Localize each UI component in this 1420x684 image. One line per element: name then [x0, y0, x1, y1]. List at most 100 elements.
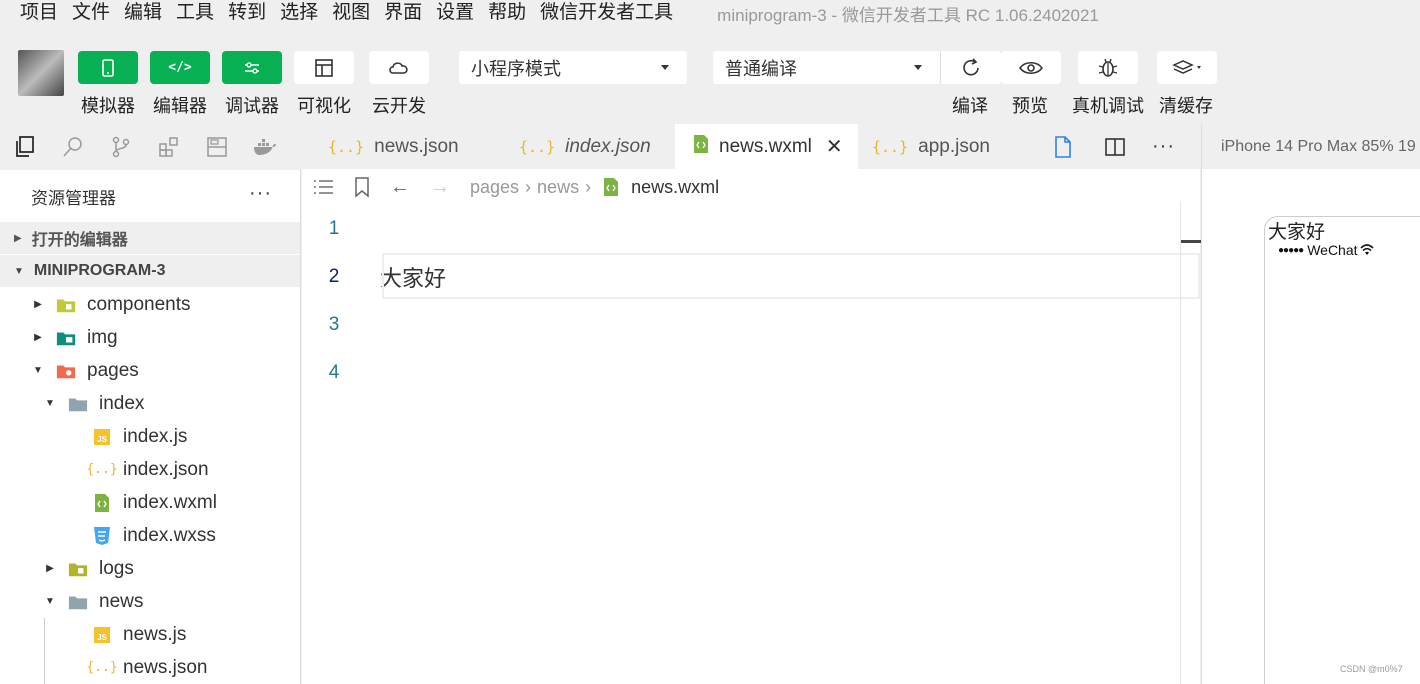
tree-item-index-folder[interactable]: ▼ index: [0, 387, 300, 420]
tree-item-logs[interactable]: ▶ logs: [0, 552, 300, 585]
code-line[interactable]: 1: [302, 205, 1200, 253]
menu-help[interactable]: 帮助: [488, 2, 526, 24]
simulator-button[interactable]: [78, 51, 138, 84]
mode-select-value: 小程序模式: [471, 58, 561, 79]
device-select[interactable]: iPhone 14 Pro Max 85% 19: [1202, 124, 1420, 169]
preview-label: 预览: [1012, 96, 1048, 116]
phone-page-text: 大家好: [1268, 222, 1326, 243]
open-editors-section[interactable]: ▶ 打开的编辑器: [0, 222, 300, 255]
cloud-button[interactable]: [369, 51, 429, 84]
menu-settings[interactable]: 设置: [436, 2, 474, 24]
remote-debug-button[interactable]: [1078, 51, 1138, 84]
tab-news-json[interactable]: {..} news.json: [302, 124, 493, 169]
tab-actions: ···: [1040, 124, 1200, 169]
code-editor[interactable]: ← → pages › news › news.wxml 1 2 大家好 3 4: [302, 169, 1201, 684]
phone-status-bar: ●●●●● WeChat: [1278, 242, 1374, 258]
back-arrow-icon[interactable]: ←: [390, 176, 410, 199]
explorer-panel: 资源管理器 ··· ▶ 打开的编辑器 ▼ MINIPROGRAM-3 ▶ com…: [0, 170, 301, 684]
chevron-right-icon: ›: [585, 176, 592, 197]
more-icon[interactable]: ···: [249, 182, 272, 205]
svg-text:JS: JS: [97, 633, 107, 642]
compile-button[interactable]: [941, 51, 1001, 84]
css-file-icon: [92, 526, 112, 545]
editor-scrollbar[interactable]: [1180, 202, 1201, 684]
wxml-file-icon: [603, 177, 619, 197]
project-section[interactable]: ▼ MINIPROGRAM-3: [0, 255, 300, 288]
split-editor-icon[interactable]: [1104, 137, 1126, 157]
search-icon[interactable]: [60, 134, 86, 160]
tree-item-img[interactable]: ▶ img: [0, 321, 300, 354]
tree-item-news-folder[interactable]: ▼ news: [0, 585, 300, 618]
menu-interface[interactable]: 界面: [384, 2, 422, 24]
menu-select[interactable]: 选择: [280, 2, 318, 24]
bug-icon: [1098, 58, 1118, 77]
more-actions-icon[interactable]: ···: [1152, 135, 1175, 158]
debugger-button[interactable]: [222, 51, 282, 84]
tree-item-label: index.json: [123, 458, 209, 480]
current-line-highlight: [382, 253, 1200, 299]
menu-project[interactable]: 项目: [20, 2, 58, 24]
js-file-icon: JS: [92, 626, 112, 644]
tree-item-label: news: [99, 590, 144, 612]
tree-item-index-wxml[interactable]: index.wxml: [0, 486, 300, 519]
list-icon[interactable]: [312, 178, 334, 196]
chevron-right-icon: ▶: [46, 563, 54, 574]
explorer-header: 资源管理器 ···: [0, 170, 300, 222]
editor-button[interactable]: </>: [150, 51, 210, 84]
folder-components-icon: [56, 296, 76, 314]
chevron-right-icon: ▶: [34, 299, 42, 310]
tree-item-pages[interactable]: ▼ pages: [0, 354, 300, 387]
file-preview-icon[interactable]: [1054, 135, 1072, 158]
tree-item-label: index.wxss: [123, 524, 216, 546]
explorer-title: 资源管理器: [31, 188, 116, 208]
menu-file[interactable]: 文件: [72, 2, 110, 24]
menu-goto[interactable]: 转到: [228, 2, 266, 24]
mode-select[interactable]: 小程序模式: [459, 51, 687, 84]
breadcrumb-news[interactable]: news: [537, 177, 579, 198]
breadcrumb-pages[interactable]: pages: [470, 177, 519, 198]
tree-item-news-js[interactable]: JS news.js: [44, 618, 300, 651]
simulator-label: 模拟器: [81, 96, 135, 116]
json-file-icon: {..}: [328, 137, 365, 156]
tree-item-label: pages: [87, 359, 139, 381]
bookmark-icon[interactable]: [354, 176, 370, 198]
tab-app-json[interactable]: {..} app.json: [858, 124, 1038, 169]
breadcrumb-file[interactable]: news.wxml: [631, 177, 719, 198]
line-number: 4: [328, 362, 340, 383]
code-line[interactable]: 3: [302, 301, 1200, 349]
source-control-icon[interactable]: [108, 134, 134, 160]
tree-item-index-json[interactable]: {..} index.json: [0, 453, 300, 486]
extensions-icon[interactable]: [156, 134, 182, 160]
tree-item-label: index: [99, 392, 145, 414]
docker-icon[interactable]: [252, 134, 278, 160]
tab-index-json[interactable]: {..} index.json: [493, 124, 675, 169]
remote-debug-label: 真机调试: [1072, 96, 1144, 116]
forward-arrow-icon[interactable]: →: [430, 176, 450, 199]
tab-news-wxml[interactable]: news.wxml ✕: [675, 124, 858, 169]
eye-icon: [1019, 61, 1043, 74]
files-icon[interactable]: [12, 134, 38, 160]
menu-edit[interactable]: 编辑: [124, 2, 162, 24]
clear-cache-button[interactable]: [1157, 51, 1217, 84]
wifi-icon: [1359, 244, 1374, 256]
menu-tools[interactable]: 工具: [176, 2, 214, 24]
preview-button[interactable]: [1001, 51, 1061, 84]
storage-icon[interactable]: [204, 134, 230, 160]
folder-open-icon: [68, 395, 88, 413]
compile-select[interactable]: 普通编译: [713, 51, 941, 84]
tree-item-components[interactable]: ▶ components: [0, 288, 300, 321]
signal-dots: ●●●●●: [1278, 244, 1304, 256]
close-icon[interactable]: ✕: [826, 134, 843, 159]
tree-item-index-wxss[interactable]: index.wxss: [0, 519, 300, 552]
tab-label: app.json: [918, 135, 990, 157]
menu-view[interactable]: 视图: [332, 2, 370, 24]
code-line-active[interactable]: 2 大家好: [302, 253, 1200, 301]
code-line[interactable]: 4: [302, 349, 1200, 397]
avatar[interactable]: [18, 50, 64, 96]
visual-button[interactable]: [294, 51, 354, 84]
phone-frame[interactable]: [1264, 216, 1420, 684]
menu-wechat-devtools[interactable]: 微信开发者工具: [540, 2, 673, 24]
tree-item-news-json[interactable]: {..} news.json: [44, 651, 300, 684]
tree-item-index-js[interactable]: JS index.js: [0, 420, 300, 453]
tree-item-label: index.wxml: [123, 491, 217, 513]
